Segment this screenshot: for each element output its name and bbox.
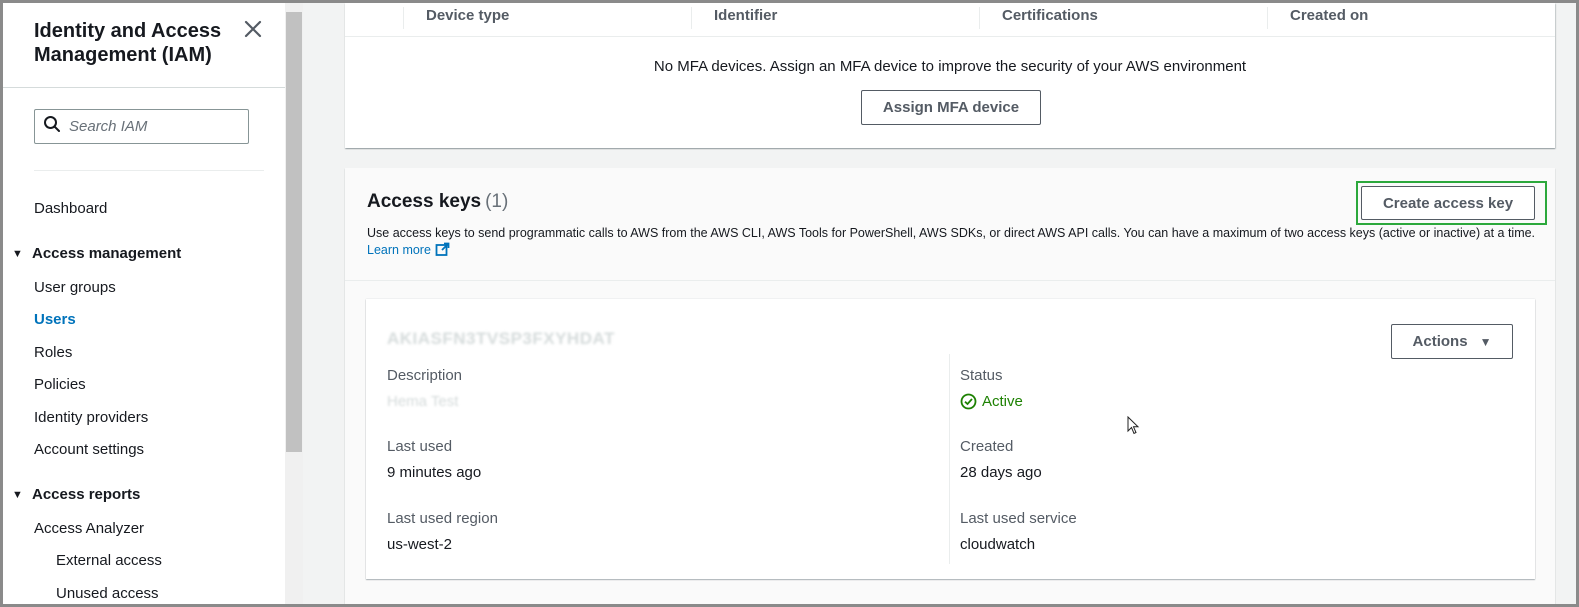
status-label: Status [960, 367, 1003, 384]
last-used-service-value: cloudwatch [960, 536, 1036, 553]
access-keys-header: Access keys (1) Create access key Use acc… [345, 168, 1555, 281]
sidebar-item-policies[interactable]: Policies [34, 376, 86, 393]
last-used-label: Last used [387, 438, 453, 455]
access-keys-description-text: Use access keys to send programmatic cal… [367, 226, 1536, 240]
learn-more-link[interactable]: Learn more [367, 242, 450, 257]
scroll-up-arrow-icon[interactable]: ⌃ [289, 0, 297, 7]
search-box[interactable] [34, 109, 249, 144]
last-used-service-label: Last used service [960, 510, 1077, 527]
sidebar-section-access-reports[interactable]: ▼ Access reports [12, 486, 140, 503]
main-scrollbar[interactable] [1558, 3, 1576, 604]
sidebar-item-dashboard[interactable]: Dashboard [34, 200, 107, 217]
close-icon[interactable] [241, 17, 265, 41]
search-input[interactable] [69, 118, 239, 135]
sidebar-divider [34, 170, 264, 171]
mfa-devices-panel: Device type Identifier Certifications Cr… [345, 3, 1555, 148]
access-keys-title: Access keys (1) [367, 191, 508, 213]
column-header-identifier[interactable]: Identifier [691, 7, 979, 29]
access-keys-count: (1) [485, 191, 509, 212]
external-link-icon [435, 242, 450, 262]
mfa-empty-message: No MFA devices. Assign an MFA device to … [653, 58, 1247, 75]
create-access-key-button[interactable]: Create access key [1361, 186, 1535, 220]
status-value: Active [982, 393, 1023, 410]
sidebar-item-account-settings[interactable]: Account settings [34, 441, 144, 458]
main-content: Device type Identifier Certifications Cr… [303, 3, 1576, 607]
sidebar-item-roles[interactable]: Roles [34, 344, 72, 361]
actions-dropdown-button[interactable]: Actions ▼ [1391, 324, 1513, 359]
status-badge: Active [960, 393, 1023, 410]
description-label: Description [387, 367, 463, 384]
column-header-created-on[interactable]: Created on [1267, 7, 1555, 29]
sidebar-item-external-access[interactable]: External access [56, 552, 162, 569]
created-label: Created [960, 438, 1014, 455]
sidebar-scrollbar-thumb[interactable] [286, 12, 302, 452]
access-keys-description: Use access keys to send programmatic cal… [367, 225, 1537, 262]
last-used-value: 9 minutes ago [387, 464, 482, 481]
created-value: 28 days ago [960, 464, 1042, 481]
column-divider [949, 354, 950, 564]
mfa-table-header: Device type Identifier Certifications Cr… [345, 3, 1555, 37]
last-used-region-value: us-west-2 [387, 536, 453, 553]
search-icon [43, 115, 61, 138]
sidebar-item-unused-access[interactable]: Unused access [56, 585, 159, 602]
sidebar-item-users[interactable]: Users [34, 311, 76, 328]
assign-mfa-device-button[interactable]: Assign MFA device [861, 90, 1041, 125]
caret-down-icon: ▼ [12, 488, 23, 501]
sidebar-section-access-management[interactable]: ▼ Access management [12, 245, 181, 262]
sidebar-title: Identity and Access Management (IAM) [34, 20, 222, 66]
access-key-card: AKIASFN3TVSP3FXYHDAT Actions ▼ Descripti… [366, 299, 1535, 579]
access-keys-title-text: Access keys [367, 191, 482, 212]
access-key-id: AKIASFN3TVSP3FXYHDAT [387, 329, 615, 348]
check-circle-icon [960, 393, 977, 410]
sidebar-item-user-groups[interactable]: User groups [34, 279, 116, 296]
sidebar-section-label: Access management [32, 245, 182, 262]
sidebar-divider [3, 87, 285, 88]
learn-more-text: Learn more [367, 243, 431, 257]
sidebar-navigation: Identity and Access Management (IAM) Das… [3, 3, 285, 604]
caret-down-icon: ▼ [1479, 334, 1492, 349]
mouse-cursor-icon [1127, 415, 1141, 436]
access-keys-panel: Access keys (1) Create access key Use acc… [345, 168, 1555, 607]
column-header-device-type[interactable]: Device type [403, 7, 691, 29]
sidebar-section-label: Access reports [32, 486, 141, 503]
caret-down-icon: ▼ [12, 247, 23, 260]
actions-label: Actions [1412, 333, 1468, 350]
description-value: Hema Test [387, 393, 459, 410]
sidebar-item-identity-providers[interactable]: Identity providers [34, 409, 148, 426]
sidebar-item-access-analyzer[interactable]: Access Analyzer [34, 520, 144, 537]
last-used-region-label: Last used region [387, 510, 498, 527]
column-header-certifications[interactable]: Certifications [979, 7, 1267, 29]
